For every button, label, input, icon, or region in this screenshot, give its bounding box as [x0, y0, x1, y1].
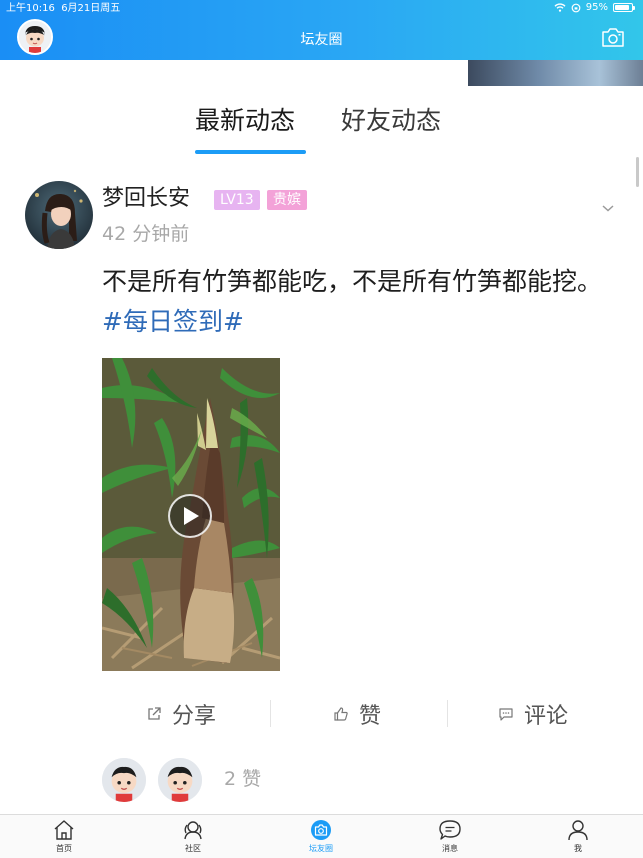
tabbar-label: 消息 — [442, 844, 458, 853]
camera-icon — [602, 28, 624, 47]
share-button[interactable]: 分享 — [146, 697, 216, 731]
post-time: 42 分钟前 — [102, 223, 190, 245]
screen: 上午10:16 6月21日周五 95% 坛友圈 最新动态 好友动态 梦回长安 L… — [0, 0, 643, 858]
action-divider — [447, 700, 448, 727]
tabbar-label: 社区 — [185, 844, 201, 853]
play-icon — [184, 507, 199, 525]
active-tab-indicator — [195, 150, 306, 154]
bottom-tab-bar: 首页 社区 坛友圈 消息 我 — [0, 814, 643, 858]
scrollbar[interactable] — [636, 157, 639, 187]
like-label: 赞 — [359, 704, 382, 729]
play-button[interactable] — [168, 494, 212, 538]
banner-image[interactable] — [468, 60, 643, 86]
post-username[interactable]: 梦回长安 — [102, 184, 190, 214]
home-icon — [54, 820, 74, 840]
tabbar-label: 坛友圈 — [309, 844, 333, 853]
message-icon — [439, 820, 461, 840]
rotation-lock-icon — [571, 3, 581, 12]
like-count[interactable]: 2 赞 — [224, 766, 261, 792]
liker-avatar[interactable] — [102, 758, 146, 802]
liker-avatar[interactable] — [158, 758, 202, 802]
comment-label: 评论 — [524, 704, 569, 729]
tabbar-item-home[interactable]: 首页 — [34, 819, 94, 854]
tabbar-item-community[interactable]: 社区 — [163, 819, 223, 854]
status-date: 6月21日周五 — [61, 3, 121, 14]
comment-button[interactable]: 评论 — [498, 697, 568, 731]
profile-icon — [568, 820, 588, 841]
status-datetime: 上午10:16 6月21日周五 — [6, 2, 120, 15]
share-label: 分享 — [172, 704, 217, 729]
action-divider — [270, 700, 271, 727]
avatar-cartoon-icon — [158, 758, 202, 802]
chevron-down-icon — [602, 205, 614, 212]
community-icon — [184, 821, 202, 840]
tabbar-item-messages[interactable]: 消息 — [420, 819, 480, 854]
tabbar-item-circle[interactable]: 坛友圈 — [291, 819, 351, 854]
like-button[interactable]: 赞 — [333, 697, 381, 731]
author-photo — [25, 181, 93, 249]
wifi-icon — [554, 3, 566, 12]
title-badge: 贵嫔 — [267, 190, 307, 210]
tabbar-label: 首页 — [56, 844, 72, 853]
tab-latest[interactable]: 最新动态 — [195, 104, 295, 138]
level-badge: LV13 — [214, 190, 260, 210]
nav-title: 坛友圈 — [300, 32, 343, 48]
tabbar-item-me[interactable]: 我 — [548, 819, 608, 854]
status-indicators: 95% — [554, 1, 635, 14]
post-menu-button[interactable] — [601, 198, 615, 212]
camera-button[interactable] — [601, 26, 625, 48]
post-author-avatar[interactable] — [25, 181, 93, 249]
avatar-cartoon-icon — [102, 758, 146, 802]
tab-friends[interactable]: 好友动态 — [341, 104, 441, 138]
status-time: 上午10:16 — [6, 3, 55, 14]
header: 上午10:16 6月21日周五 95% 坛友圈 — [0, 0, 643, 60]
thumbs-up-icon — [334, 707, 348, 721]
hashtag-link[interactable]: #每日签到# — [102, 307, 244, 336]
comment-icon — [499, 708, 513, 721]
battery-percent: 95% — [585, 2, 608, 13]
battery-icon — [613, 3, 635, 12]
tabbar-label: 我 — [574, 844, 582, 853]
circle-camera-icon — [311, 820, 331, 840]
share-icon — [148, 707, 161, 720]
post-body: 不是所有竹笋都能吃，不是所有竹笋都能挖。 — [102, 267, 603, 296]
post-text: 不是所有竹笋都能吃，不是所有竹笋都能挖。 #每日签到# — [102, 262, 614, 342]
